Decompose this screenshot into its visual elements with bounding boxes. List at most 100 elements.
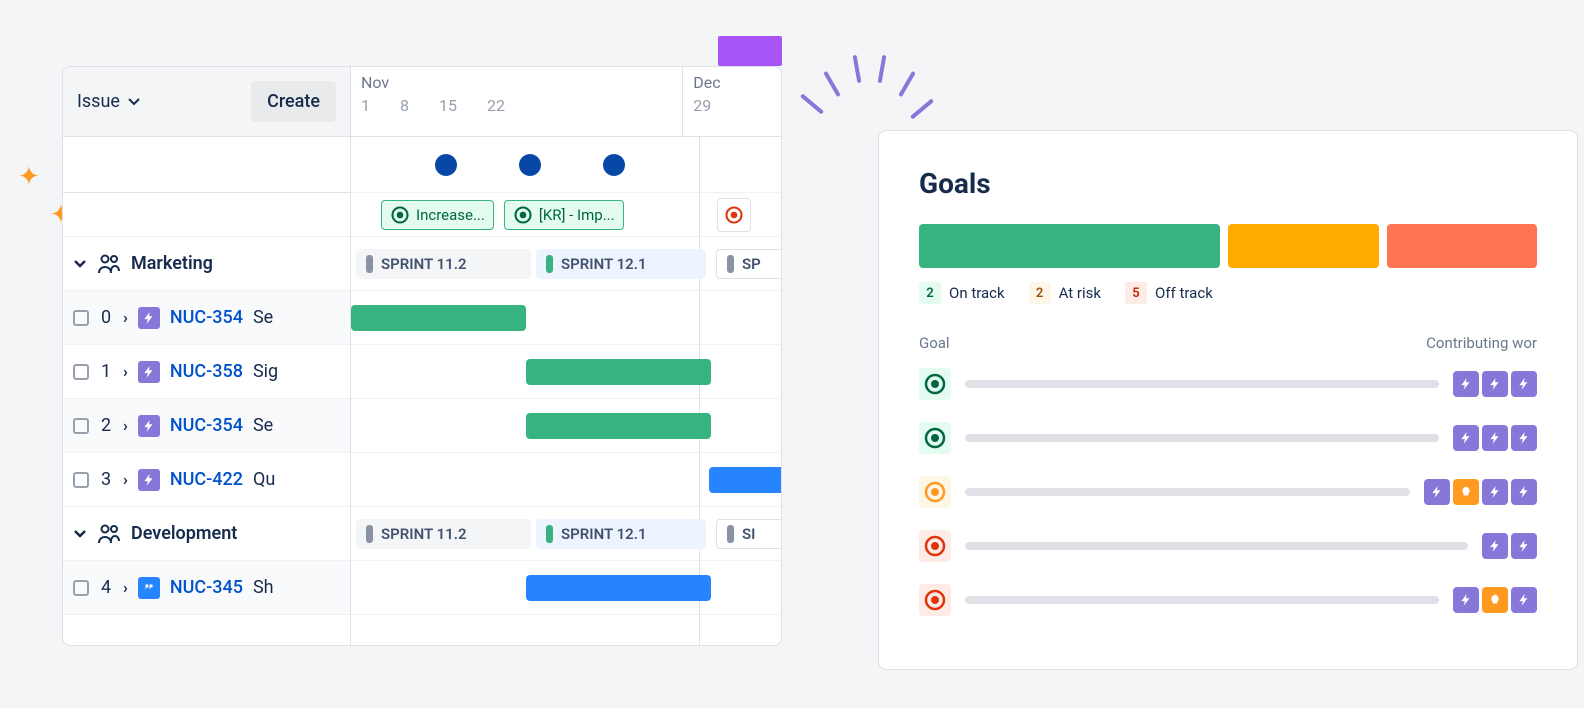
work-chip[interactable]	[1482, 425, 1508, 451]
expand-icon[interactable]: ›	[123, 416, 128, 435]
expand-icon[interactable]: ›	[123, 362, 128, 381]
month-label: Dec	[693, 73, 771, 92]
task-bar[interactable]	[526, 575, 711, 601]
work-chip[interactable]	[1511, 587, 1537, 613]
sprint-chip[interactable]: SP	[716, 249, 782, 279]
row-index: 0	[99, 307, 113, 328]
goal-row[interactable]	[919, 530, 1537, 562]
legend-label: On track	[949, 284, 1005, 302]
goal-chip[interactable]	[717, 198, 751, 232]
legend-label: At risk	[1059, 284, 1101, 302]
legend-count: 5	[1125, 282, 1147, 304]
work-chip[interactable]	[1511, 425, 1537, 451]
issue-key[interactable]: NUC-358	[170, 361, 243, 382]
day-label: 15	[439, 96, 457, 115]
checkbox[interactable]	[73, 364, 89, 380]
create-button[interactable]: Create	[251, 81, 336, 122]
row-index: 3	[99, 469, 113, 490]
row-index: 2	[99, 415, 113, 436]
legend-item: 2At risk	[1029, 282, 1101, 304]
group-header[interactable]: Marketing	[63, 237, 350, 291]
gantt-area[interactable]: Increase... [KR] - Imp... SPRINT 11.2SPR…	[351, 137, 781, 646]
work-chip[interactable]	[1511, 479, 1537, 505]
work-chip[interactable]	[1482, 479, 1508, 505]
row-index: 1	[99, 361, 113, 382]
issue-key[interactable]: NUC-354	[170, 415, 243, 436]
goal-row[interactable]	[919, 476, 1537, 508]
day-label: 29	[693, 96, 711, 115]
sprint-chip[interactable]: SPRINT 11.2	[356, 519, 531, 549]
legend-item: 5Off track	[1125, 282, 1213, 304]
sprint-chip[interactable]: SPRINT 11.2	[356, 249, 531, 279]
work-chip[interactable]	[1511, 371, 1537, 397]
sprint-chip[interactable]: SPRINT 12.1	[536, 519, 706, 549]
issue-key[interactable]: NUC-422	[170, 469, 243, 490]
on-track-bar	[919, 224, 1220, 268]
day-label: 1	[361, 96, 370, 115]
work-chip[interactable]	[1424, 479, 1450, 505]
milestone-dot[interactable]	[519, 154, 541, 176]
task-bar[interactable]	[526, 359, 711, 385]
work-chip[interactable]	[1511, 533, 1537, 559]
task-bar[interactable]	[526, 413, 711, 439]
goal-row[interactable]	[919, 368, 1537, 400]
goal-status-icon	[919, 368, 951, 400]
expand-icon[interactable]: ›	[123, 308, 128, 327]
task-bar[interactable]	[351, 305, 526, 331]
work-chip[interactable]	[1482, 587, 1508, 613]
issue-dropdown[interactable]: Issue	[77, 91, 140, 112]
goal-row[interactable]	[919, 584, 1537, 616]
issue-type-icon	[138, 415, 160, 437]
contributing-work	[1424, 479, 1537, 505]
task-lane	[351, 561, 781, 615]
issue-row[interactable]: 3 › NUC-422 Qu	[63, 453, 350, 507]
checkbox[interactable]	[73, 472, 89, 488]
expand-icon[interactable]: ›	[123, 470, 128, 489]
work-chip[interactable]	[1482, 533, 1508, 559]
goal-chip[interactable]: Increase...	[381, 200, 494, 230]
sprint-chip[interactable]: SPRINT 12.1	[536, 249, 706, 279]
goal-chip[interactable]: [KR] - Imp...	[504, 200, 624, 230]
goal-row[interactable]	[919, 422, 1537, 454]
milestone-dot[interactable]	[603, 154, 625, 176]
day-label: 8	[400, 96, 409, 115]
task-lane	[351, 291, 781, 345]
checkbox[interactable]	[73, 310, 89, 326]
goal-status-icon	[919, 584, 951, 616]
at-risk-bar	[1228, 224, 1379, 268]
issue-summary: Qu	[253, 469, 275, 490]
milestone-dot[interactable]	[435, 154, 457, 176]
row-index: 4	[99, 577, 113, 598]
expand-icon[interactable]: ›	[123, 578, 128, 597]
work-chip[interactable]	[1453, 425, 1479, 451]
sprint-chip[interactable]: SI	[716, 519, 782, 549]
issue-row[interactable]: 4 › NUC-345 Sh	[63, 561, 350, 615]
issue-type-icon	[138, 469, 160, 491]
checkbox[interactable]	[73, 418, 89, 434]
checkbox[interactable]	[73, 580, 89, 596]
people-icon	[97, 524, 121, 544]
target-icon	[923, 480, 947, 504]
goals-lane: Increase... [KR] - Imp...	[351, 193, 781, 237]
group-header[interactable]: Development	[63, 507, 350, 561]
marker	[718, 36, 782, 66]
sprint-lane: SPRINT 11.2SPRINT 12.1 SP	[351, 237, 781, 291]
work-chip[interactable]	[1482, 371, 1508, 397]
issue-key[interactable]: NUC-345	[170, 577, 243, 598]
target-icon	[923, 534, 947, 558]
issue-row[interactable]: 2 › NUC-354 Se	[63, 399, 350, 453]
issue-key[interactable]: NUC-354	[170, 307, 243, 328]
goals-table-header: Goal Contributing wor	[919, 334, 1537, 352]
issue-row[interactable]: 1 › NUC-358 Sig	[63, 345, 350, 399]
issue-list: Marketing 0 › NUC-354 Se 1 › NUC-358 Sig…	[63, 137, 351, 646]
task-bar[interactable]	[709, 467, 782, 493]
issue-row[interactable]: 0 › NUC-354 Se	[63, 291, 350, 345]
col-work: Contributing wor	[1426, 334, 1537, 352]
work-chip[interactable]	[1453, 371, 1479, 397]
timeline-panel: Issue Create Nov 1 8 15 22 Dec 29	[62, 66, 782, 646]
work-chip[interactable]	[1453, 587, 1479, 613]
day-label: 22	[487, 96, 505, 115]
work-chip[interactable]	[1453, 479, 1479, 505]
chevron-down-icon	[73, 260, 87, 268]
goal-placeholder	[965, 542, 1468, 550]
